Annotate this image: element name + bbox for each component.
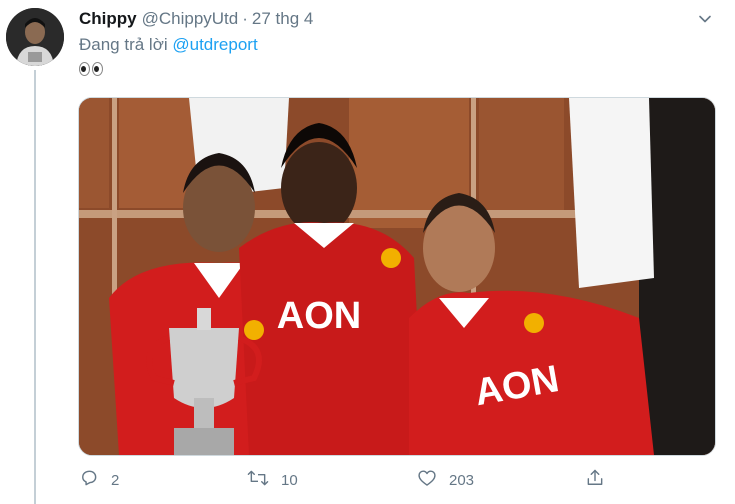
chevron-down-icon[interactable] (694, 8, 716, 30)
retweet-icon[interactable] (247, 468, 269, 492)
retweet-count: 10 (281, 471, 298, 489)
svg-text:AON: AON (277, 295, 361, 337)
user-handle[interactable]: @ChippyUtd (142, 9, 239, 29)
tweet-photo[interactable]: AON AON (78, 97, 716, 456)
reply-count: 2 (111, 471, 120, 489)
tweet-date[interactable]: 27 thg 4 (252, 9, 313, 29)
share-icon[interactable] (585, 468, 605, 492)
reply-icon[interactable] (79, 468, 99, 492)
eyes-emoji (79, 60, 103, 82)
display-name[interactable]: Chippy (79, 9, 137, 29)
tweet[interactable]: Chippy @ChippyUtd · 27 thg 4 Đang trả lờ… (0, 0, 735, 504)
separator-dot: · (242, 9, 248, 28)
heart-icon[interactable] (417, 468, 437, 492)
like-action[interactable]: 203 (417, 468, 474, 492)
replying-to: Đang trả lời @utdreport (79, 35, 258, 55)
tweet-header: Chippy @ChippyUtd · 27 thg 4 (79, 8, 313, 30)
reply-mention-link[interactable]: @utdreport (172, 35, 257, 54)
avatar[interactable] (6, 8, 64, 66)
retweet-action[interactable]: 10 (247, 468, 298, 492)
share-action[interactable] (585, 468, 605, 492)
tweet-actions: 2 10 203 (79, 468, 619, 492)
thread-line (34, 70, 36, 504)
reply-action[interactable]: 2 (79, 468, 119, 492)
like-count: 203 (449, 471, 475, 489)
reply-prefix: Đang trả lời (79, 35, 168, 54)
